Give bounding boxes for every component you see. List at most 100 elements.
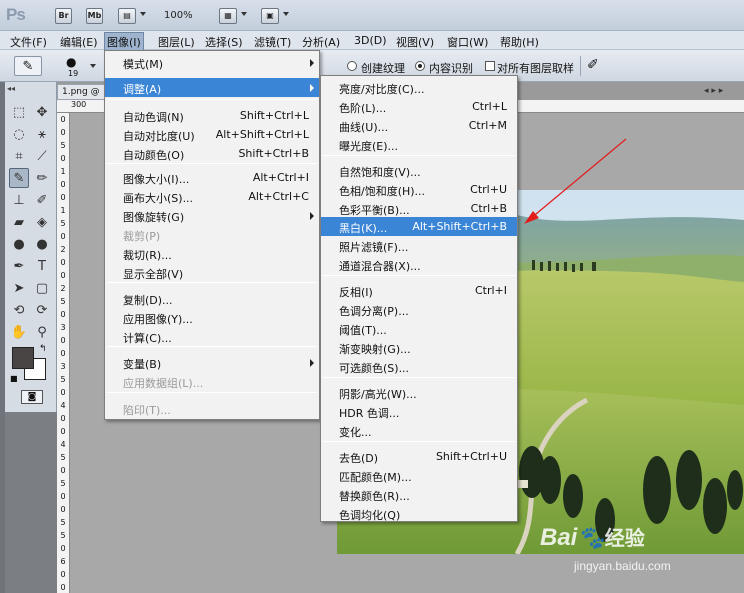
menu-filter[interactable]: 滤镜(T) bbox=[254, 34, 291, 50]
menu-item-label: 反相(I) bbox=[339, 286, 373, 299]
adjust-menu-item[interactable]: 亮度/对比度(C)... bbox=[321, 78, 517, 97]
marquee-icon[interactable]: ⬚ bbox=[9, 102, 29, 122]
default-colors-icon[interactable]: ■ bbox=[10, 374, 18, 383]
3d-rotate-icon[interactable]: ⟲ bbox=[9, 300, 29, 320]
brush-icon[interactable]: ✏ bbox=[32, 168, 52, 188]
image-menu-item[interactable]: 自动颜色(O) Shift+Ctrl+B bbox=[105, 144, 319, 163]
menu-item-label: 色相/饱和度(H)... bbox=[339, 185, 426, 198]
pressure-brush-icon[interactable]: ✐ bbox=[587, 57, 599, 73]
menu-item-shortcut: Shift+Ctrl+L bbox=[239, 109, 309, 122]
paint-bucket-icon[interactable]: ◈ bbox=[32, 212, 52, 232]
adjust-menu-item[interactable]: 匹配颜色(M)... bbox=[321, 466, 517, 485]
menu-window[interactable]: 窗口(W) bbox=[447, 34, 488, 50]
view-extras-button[interactable]: ▤ bbox=[118, 8, 136, 24]
image-menu-item[interactable]: 计算(C)... bbox=[105, 327, 319, 346]
menu-view[interactable]: 视图(V) bbox=[396, 34, 434, 50]
adjust-menu-item[interactable]: 色相/饱和度(H)... Ctrl+U bbox=[321, 180, 517, 199]
shape-icon[interactable]: ▢ bbox=[32, 278, 52, 298]
document-tab[interactable]: 1.png @ bbox=[57, 84, 105, 100]
adjust-menu-item[interactable]: 阴影/高光(W)... bbox=[321, 383, 517, 402]
image-menu-item[interactable]: 调整(A) bbox=[105, 78, 319, 97]
crop-icon[interactable]: ⌗ bbox=[9, 146, 29, 166]
adjust-menu-item[interactable]: 色彩平衡(B)... Ctrl+B bbox=[321, 199, 517, 218]
chevron-down-icon[interactable] bbox=[283, 12, 289, 16]
image-menu-item[interactable]: 图像大小(I)... Alt+Ctrl+I bbox=[105, 168, 319, 187]
ruler-mark: 0 bbox=[60, 193, 66, 202]
image-menu-item[interactable]: 变量(B) bbox=[105, 353, 319, 372]
menu-edit[interactable]: 编辑(E) bbox=[60, 34, 98, 50]
eraser-icon[interactable]: ▰ bbox=[9, 212, 29, 232]
adjust-menu-item[interactable]: 色调均化(Q) bbox=[321, 504, 517, 523]
3d-orbit-icon[interactable]: ⟳ bbox=[32, 300, 52, 320]
image-menu-item[interactable]: 自动色调(N) Shift+Ctrl+L bbox=[105, 106, 319, 125]
image-menu-item[interactable]: 模式(M) bbox=[105, 53, 319, 72]
image-menu-item[interactable]: 自动对比度(U) Alt+Shift+Ctrl+L bbox=[105, 125, 319, 144]
image-menu-item[interactable]: 显示全部(V) bbox=[105, 263, 319, 282]
menu-select[interactable]: 选择(S) bbox=[205, 34, 243, 50]
menu-image[interactable]: 图像(I) bbox=[104, 32, 144, 52]
dodge-icon[interactable]: ● bbox=[32, 234, 52, 254]
content-aware-radio[interactable] bbox=[415, 61, 425, 71]
magic-wand-icon[interactable]: ⚹ bbox=[32, 124, 52, 144]
menu-item-label: 阈值(T)... bbox=[339, 324, 387, 337]
spot-healing-icon[interactable]: ✎ bbox=[9, 168, 29, 188]
image-menu-item[interactable]: 复制(D)... bbox=[105, 289, 319, 308]
adjust-menu-item[interactable]: 去色(D) Shift+Ctrl+U bbox=[321, 447, 517, 466]
brush-dot-icon[interactable]: ● bbox=[66, 55, 76, 69]
menu-analysis[interactable]: 分析(A) bbox=[302, 34, 340, 50]
adjust-menu-item[interactable]: 通道混合器(X)... bbox=[321, 255, 517, 274]
menu-item-shortcut: Ctrl+U bbox=[470, 183, 507, 196]
adjust-menu-item[interactable]: 变化... bbox=[321, 421, 517, 440]
swap-colors-icon[interactable]: ↰ bbox=[39, 344, 47, 354]
image-menu-item[interactable]: 应用图像(Y)... bbox=[105, 308, 319, 327]
move-icon[interactable]: ✥ bbox=[32, 102, 52, 122]
image-menu-item[interactable]: 画布大小(S)... Alt+Ctrl+C bbox=[105, 187, 319, 206]
menu-help[interactable]: 帮助(H) bbox=[500, 34, 539, 50]
adjust-menu-item[interactable]: 曲线(U)... Ctrl+M bbox=[321, 116, 517, 135]
adjust-menu-item[interactable]: 色调分离(P)... bbox=[321, 300, 517, 319]
menu-3d[interactable]: 3D(D) bbox=[354, 34, 387, 47]
image-menu-item[interactable]: 图像旋转(G) bbox=[105, 206, 319, 225]
mini-bridge-button[interactable]: Mb bbox=[86, 8, 103, 24]
chevron-down-icon[interactable] bbox=[90, 64, 96, 68]
hand-icon[interactable]: ✋ bbox=[9, 322, 29, 342]
path-select-icon[interactable]: ➤ bbox=[9, 278, 29, 298]
sample-all-layers-checkbox[interactable] bbox=[485, 61, 495, 71]
lasso-icon[interactable]: ◌ bbox=[9, 124, 29, 144]
submenu-arrow-icon bbox=[310, 84, 314, 92]
eyedropper-icon[interactable]: ⟋ bbox=[32, 146, 52, 166]
screen-mode-button[interactable]: ▣ bbox=[261, 8, 279, 24]
chevron-down-icon[interactable] bbox=[241, 12, 247, 16]
adjust-menu-item[interactable]: HDR 色调... bbox=[321, 402, 517, 421]
history-brush-icon[interactable]: ✐ bbox=[32, 190, 52, 210]
collapse-icon[interactable]: ◂◂ bbox=[7, 84, 15, 93]
zoom-icon[interactable]: ⚲ bbox=[32, 322, 52, 342]
pen-icon[interactable]: ✒ bbox=[9, 256, 29, 276]
adjust-menu-item[interactable]: 黑白(K)... Alt+Shift+Ctrl+B bbox=[321, 217, 517, 236]
menu-file[interactable]: 文件(F) bbox=[10, 34, 47, 50]
adjust-menu-item[interactable]: 照片滤镜(F)... bbox=[321, 236, 517, 255]
clone-stamp-icon[interactable]: ⊥ bbox=[9, 190, 29, 210]
foreground-color-swatch-top[interactable] bbox=[12, 347, 34, 369]
menu-item-label: 画布大小(S)... bbox=[123, 192, 194, 205]
adjust-menu-item[interactable]: 渐变映射(G)... bbox=[321, 338, 517, 357]
adjust-menu-item[interactable]: 色阶(L)... Ctrl+L bbox=[321, 97, 517, 116]
create-texture-radio[interactable] bbox=[347, 61, 357, 71]
chevron-down-icon[interactable] bbox=[140, 12, 146, 16]
adjust-menu-item[interactable]: 自然饱和度(V)... bbox=[321, 161, 517, 180]
blur-icon[interactable]: ● bbox=[9, 234, 29, 254]
adjust-menu-item[interactable]: 可选颜色(S)... bbox=[321, 357, 517, 376]
adjust-menu-item[interactable]: 曝光度(E)... bbox=[321, 135, 517, 154]
adjust-menu-item[interactable]: 阈值(T)... bbox=[321, 319, 517, 338]
tool-preset-picker[interactable]: ✎ bbox=[14, 56, 42, 76]
menu-item-shortcut: Shift+Ctrl+U bbox=[435, 450, 507, 463]
adjust-menu-item[interactable]: 替换颜色(R)... bbox=[321, 485, 517, 504]
image-menu-item[interactable]: 裁切(R)... bbox=[105, 244, 319, 263]
zoom-level[interactable]: 100% bbox=[164, 10, 193, 21]
quick-mask-icon[interactable]: ◙ bbox=[21, 390, 43, 404]
menu-layer[interactable]: 图层(L) bbox=[158, 34, 195, 50]
arrange-documents-button[interactable]: ▦ bbox=[219, 8, 237, 24]
adjust-menu-item[interactable]: 反相(I) Ctrl+I bbox=[321, 281, 517, 300]
bridge-button[interactable]: Br bbox=[55, 8, 72, 24]
type-icon[interactable]: T bbox=[32, 256, 52, 276]
